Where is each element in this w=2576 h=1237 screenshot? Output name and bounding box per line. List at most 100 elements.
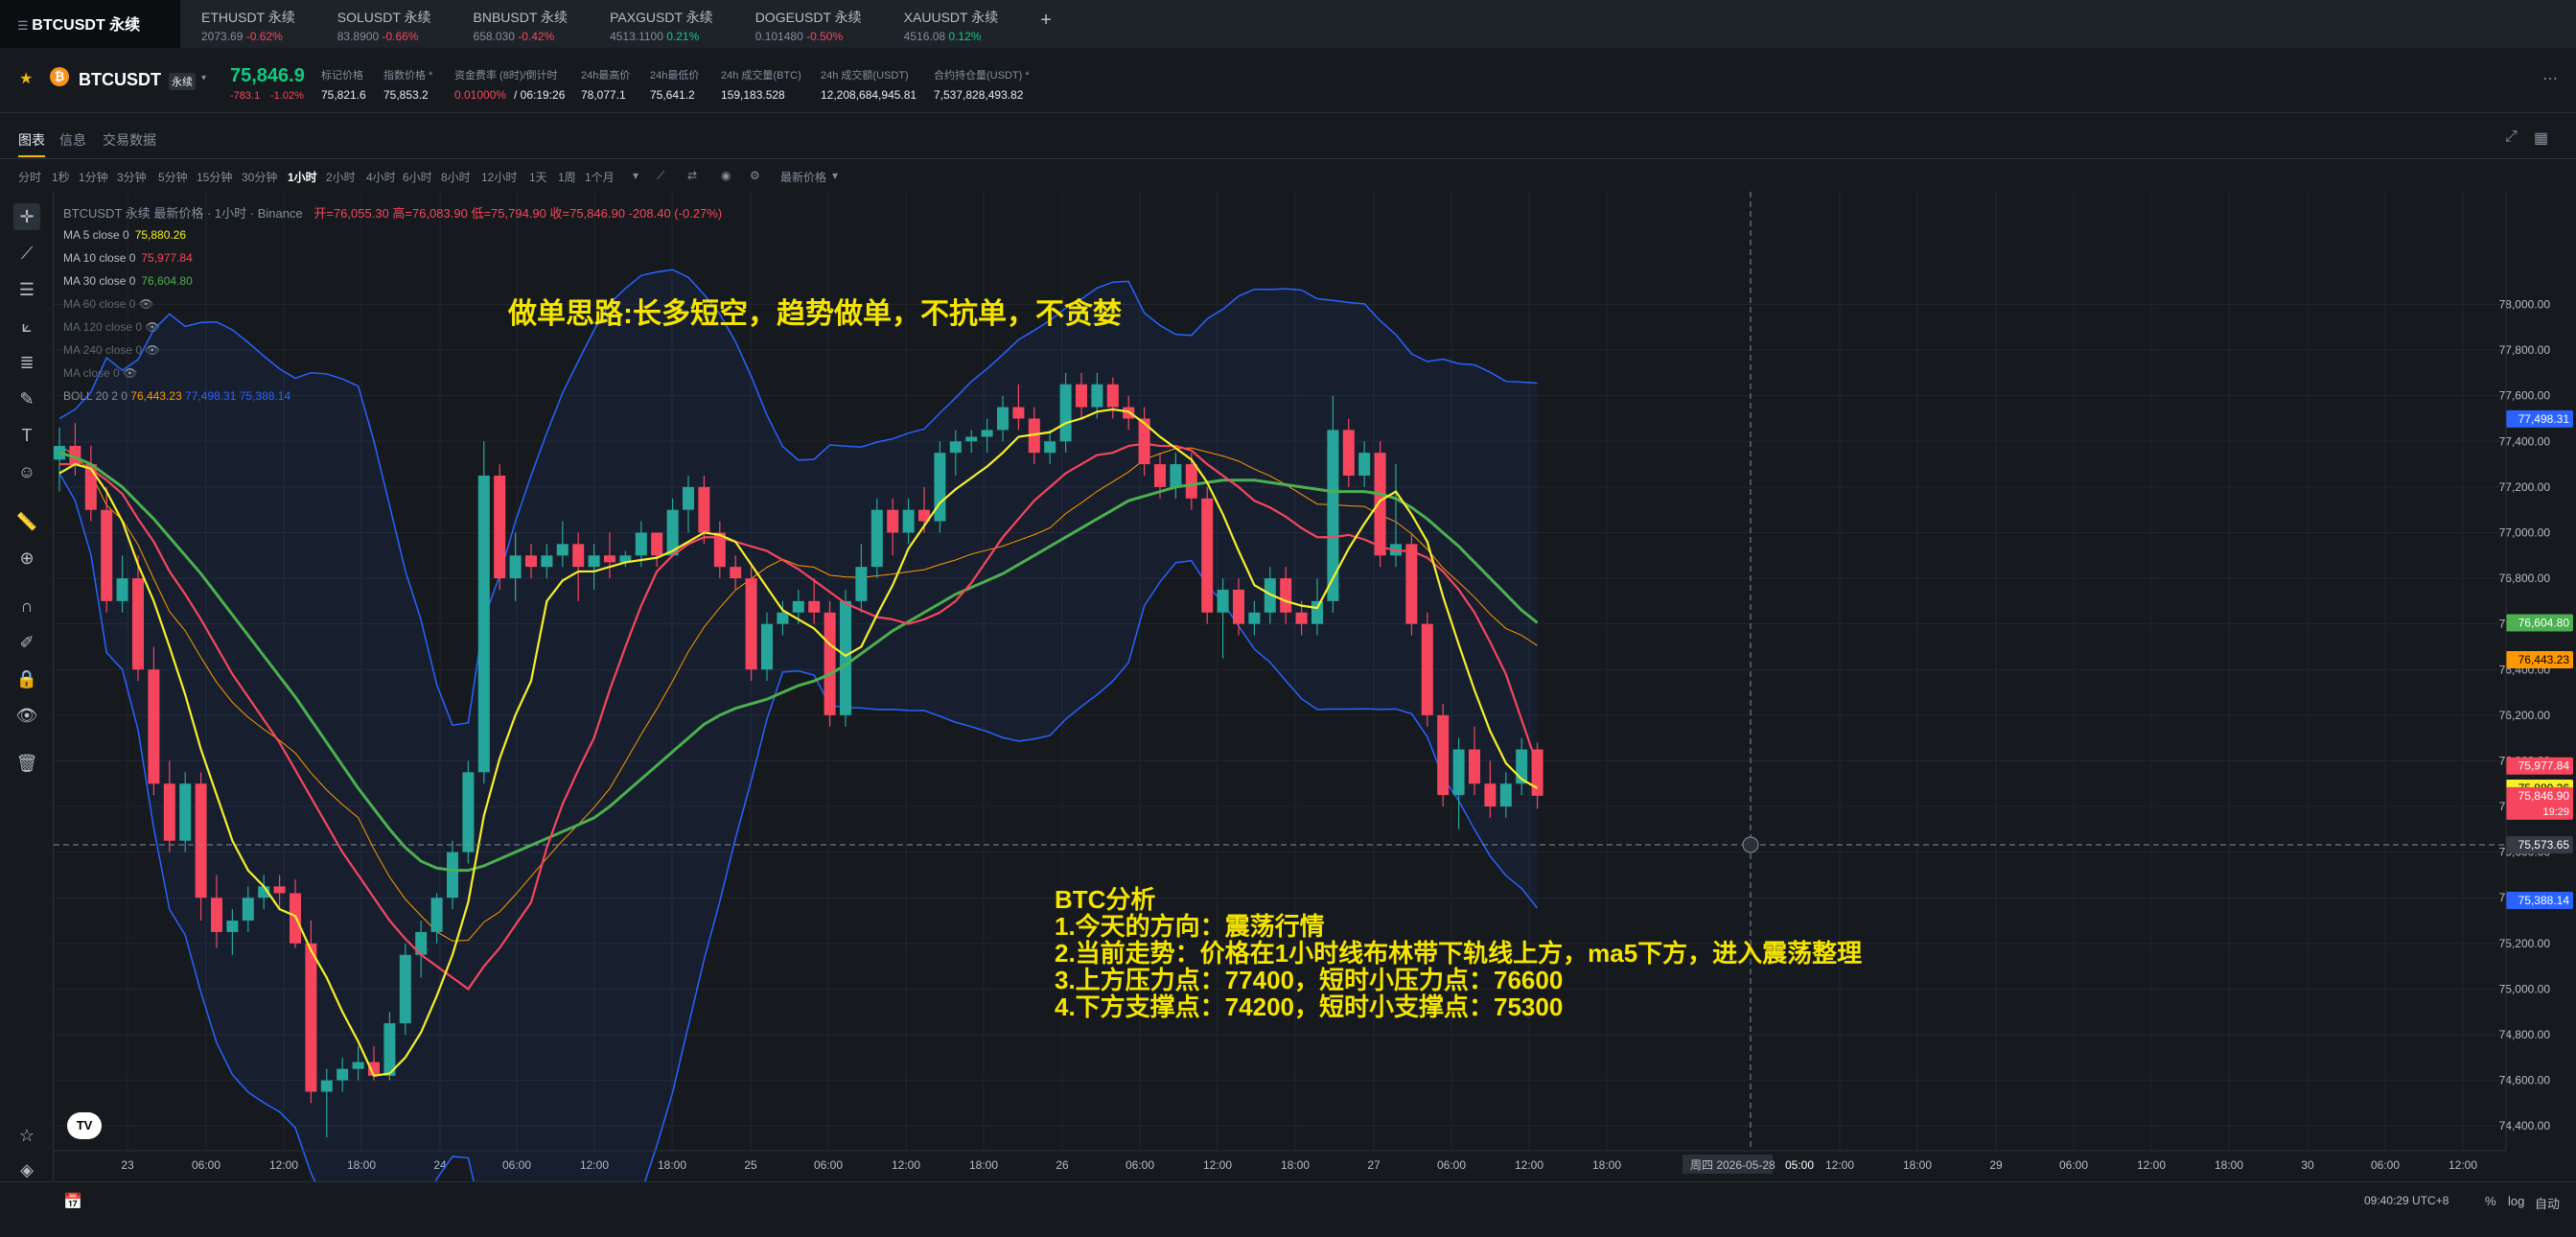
candle-body (840, 600, 851, 715)
candle-body (777, 612, 789, 624)
bottom-bar: 📅 09:40:29 UTC+8 % log 自动 (0, 1181, 2576, 1237)
timeframe-11[interactable]: 8小时 (441, 169, 471, 185)
timeframe-3[interactable]: 3分钟 (117, 169, 147, 185)
candle-body (887, 509, 899, 533)
clock-time: 09:40:29 UTC+8 (2364, 1194, 2449, 1207)
timeframe-5[interactable]: 15分钟 (197, 169, 232, 185)
tv-logo[interactable]: TV (67, 1112, 102, 1139)
zoom-in-icon[interactable]: ⊕ (13, 545, 40, 572)
tab-info[interactable]: 信息 (59, 130, 86, 150)
percent-toggle[interactable]: % (2485, 1194, 2496, 1208)
timeframe-10[interactable]: 6小时 (403, 169, 432, 185)
pattern-icon[interactable]: ⟀ (13, 313, 40, 339)
compare-icon[interactable]: ⇄ (687, 169, 697, 182)
chevron-down-icon[interactable]: ▾ (633, 169, 638, 182)
star-icon[interactable]: ★ (19, 69, 33, 88)
eye-icon[interactable]: 👁 (13, 702, 40, 729)
add-tab-icon[interactable]: + (1019, 0, 1073, 48)
calendar-icon[interactable]: 📅 (63, 1192, 82, 1211)
candle-body (509, 555, 522, 579)
text-tool-icon[interactable]: T (13, 422, 40, 449)
chevron-down-icon[interactable]: ▾ (201, 73, 206, 83)
lock-drawing-icon[interactable]: ✐ (13, 629, 40, 656)
symbol-tab-quote: 0.101480 -0.50% (755, 30, 862, 43)
eye-icon[interactable]: 👁 (135, 297, 153, 311)
symbol-tab-price: 658.030 (473, 30, 515, 43)
layers-icon[interactable]: ◈ (13, 1156, 40, 1183)
horizontal-lines-icon[interactable]: ☰ (13, 276, 40, 303)
timeframe-9[interactable]: 4小时 (366, 169, 396, 185)
timeframe-8[interactable]: 2小时 (326, 169, 356, 185)
symbol-tab-0[interactable]: ☰ BTCUSDT 永续 (0, 0, 180, 48)
symbol-tab-2[interactable]: SOLUSDT 永续 83.8900 -0.66% (316, 0, 453, 48)
crosshair-icon[interactable]: ✛ (13, 203, 40, 230)
timeframe-6[interactable]: 30分钟 (242, 169, 277, 185)
ohlc-close: 收=75,846.90 (549, 206, 625, 221)
magnet-icon[interactable]: ∩ (13, 593, 40, 619)
symbol-tab-6[interactable]: XAUUSDT 永续 4516.08 0.12% (883, 0, 1020, 48)
layout-grid-icon[interactable]: ▦ (2534, 128, 2548, 148)
candle-body (1421, 623, 1433, 715)
chevron-down-icon[interactable]: ▾ (832, 169, 838, 182)
ticker-symbol[interactable]: BTCUSDT (79, 70, 161, 90)
stat-value: 7,537,828,493.82 (934, 88, 1024, 102)
timeframe-1[interactable]: 1秒 (52, 169, 70, 185)
more-icon[interactable]: ⋯ (2542, 69, 2558, 88)
symbol-tab-1[interactable]: ETHUSDT 永续 2073.69 -0.62% (180, 0, 316, 48)
price-type-select[interactable]: 最新价格 (780, 169, 826, 185)
favorites-star-icon[interactable]: ☆ (13, 1122, 40, 1149)
candle-body (226, 921, 239, 932)
crosshair-add-icon[interactable] (1742, 836, 1759, 853)
camera-icon[interactable]: ◉ (721, 169, 731, 182)
timeframe-14[interactable]: 1周 (558, 169, 576, 185)
ma-legend-4: MA 120 close 0 👁 (63, 320, 160, 334)
symbol-tab-bar: ☰ BTCUSDT 永续 ETHUSDT 永续 2073.69 -0.62% SOLU… (0, 0, 2576, 48)
trash-icon[interactable]: 🗑 (13, 750, 40, 777)
candle-body (337, 1068, 349, 1081)
settings-icon[interactable]: ⚙ (750, 169, 760, 182)
symbol-tab-change: -0.50% (806, 30, 844, 43)
eye-icon[interactable]: 👁 (142, 320, 159, 334)
timeframe-7[interactable]: 1小时 (288, 169, 317, 185)
timeframe-15[interactable]: 1个月 (585, 169, 615, 185)
brush-icon[interactable]: ✎ (13, 385, 40, 412)
stat-label: 24h 成交量(BTC) (721, 70, 801, 82)
lock-icon[interactable]: 🔒 (13, 665, 40, 692)
candle-body (1280, 578, 1292, 613)
candle-body (870, 509, 883, 568)
eye-icon[interactable]: 👁 (120, 366, 137, 380)
tab-chart[interactable]: 图表 (18, 130, 45, 157)
candle-body (604, 555, 615, 563)
symbol-tab-5[interactable]: DOGEUSDT 永续 0.101480 -0.50% (734, 0, 883, 48)
fib-icon[interactable]: ≣ (13, 349, 40, 376)
timeframe-4[interactable]: 5分钟 (158, 169, 188, 185)
tab-trading-data[interactable]: 交易数据 (103, 130, 156, 150)
time-tick: 周四 2026-05-28 (1690, 1158, 1775, 1172)
timeframe-12[interactable]: 12小时 (481, 169, 517, 185)
timeframe-0[interactable]: 分时 (18, 169, 41, 185)
symbol-tab-3[interactable]: BNBUSDT 永续 658.030 -0.42% (453, 0, 590, 48)
log-toggle[interactable]: log (2508, 1194, 2524, 1208)
ruler-icon[interactable]: 📏 (13, 508, 40, 535)
ma-legend-5: MA 240 close 0 👁 (63, 343, 160, 357)
view-tabs: 图表 信息 交易数据 ⤢ ▦ (0, 123, 2576, 159)
ohlc-low: 低=75,794.90 (471, 206, 546, 221)
candle-body (902, 509, 915, 533)
stat-label: 指数价格 * (383, 70, 433, 82)
candle-body (477, 475, 490, 773)
stat-value: 75,821.6 (321, 88, 366, 102)
eye-icon[interactable]: 👁 (142, 343, 159, 357)
indicator-icon[interactable]: ⟋ (657, 169, 664, 183)
auto-toggle[interactable]: 自动 (2535, 1194, 2560, 1212)
ma-label: MA 10 close 0 (63, 251, 136, 265)
candle-body (949, 441, 962, 454)
symbol-tab-4[interactable]: PAXGUSDT 永续 4513.1100 0.21% (589, 0, 734, 48)
stat-label: 资金费率 (8时)/倒计时 (454, 70, 558, 82)
trend-line-icon[interactable]: ⟋ (13, 240, 40, 267)
emoji-icon[interactable]: ☺ (13, 458, 40, 485)
analysis-line-4: 4.下方支撑点：74200，短时小支撑点：75300 (1055, 992, 1564, 1021)
expand-icon[interactable]: ⤢ (2505, 128, 2518, 146)
candle-body (635, 532, 647, 556)
timeframe-2[interactable]: 1分钟 (79, 169, 108, 185)
timeframe-13[interactable]: 1天 (529, 169, 547, 185)
